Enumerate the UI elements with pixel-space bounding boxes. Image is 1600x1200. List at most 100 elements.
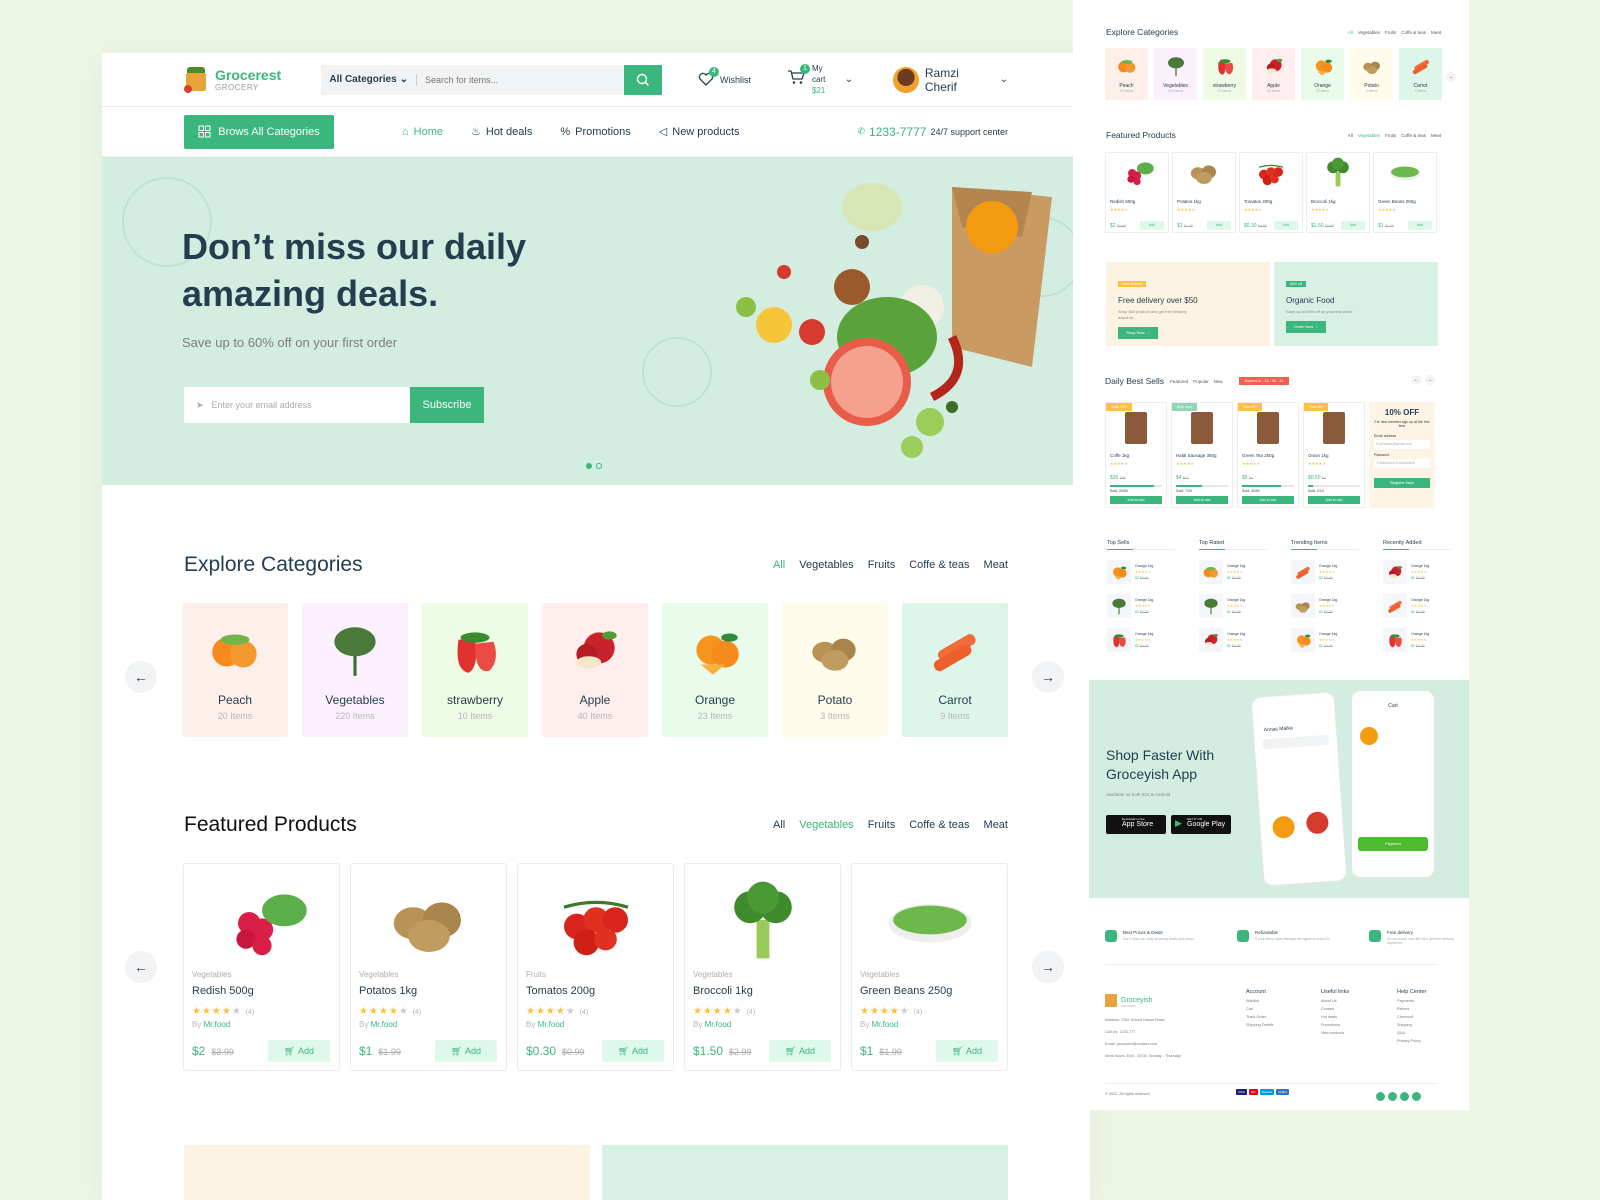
support-phone[interactable]: ✆ 1233-7777 24/7 support center bbox=[858, 125, 1009, 139]
nav-new-products[interactable]: ◁ New products bbox=[659, 125, 740, 139]
tab-meat[interactable]: Meat bbox=[984, 819, 1008, 831]
add-to-cart-button[interactable]: 🛒︎ Add bbox=[769, 1040, 831, 1062]
add-to-cart-button[interactable]: Add to cart bbox=[1242, 496, 1294, 504]
list-item[interactable]: Orange 1kg ★★★★★ $2 $3.99 bbox=[1199, 560, 1267, 584]
category-card[interactable]: Carrot 9 Items bbox=[902, 603, 1008, 737]
footer-link[interactable]: Checkout bbox=[1397, 1015, 1426, 1019]
side-product-card[interactable]: Tomatos 200g ★★★★★ $0.30 $0.99 Add bbox=[1239, 152, 1303, 233]
tab-fruits[interactable]: Fruits bbox=[868, 559, 896, 571]
tab-meat[interactable]: Meat bbox=[1431, 133, 1441, 138]
footer-link[interactable]: Payments bbox=[1397, 999, 1426, 1003]
add-to-cart-button[interactable]: 🛒︎ Add bbox=[602, 1040, 664, 1062]
tab-coffe-teas[interactable]: Coffe & teas bbox=[1401, 30, 1426, 35]
category-card[interactable]: Orange 23 Items bbox=[662, 603, 768, 737]
add-to-cart-button[interactable]: Add bbox=[1140, 221, 1164, 230]
side-category-card[interactable]: Potato 3 Items bbox=[1350, 48, 1393, 100]
add-to-cart-button[interactable]: 🛒︎ Add bbox=[268, 1040, 330, 1062]
cart-button[interactable]: 1 My cart $21 ⌄ bbox=[787, 63, 853, 96]
wishlist-button[interactable]: 4 Wishlist bbox=[698, 66, 751, 88]
category-card[interactable]: Vegetables 220 Items bbox=[302, 603, 408, 737]
tab-featured[interactable]: Featured bbox=[1170, 379, 1188, 384]
tab-all[interactable]: All bbox=[773, 559, 785, 571]
footer-link[interactable]: About Us bbox=[1321, 999, 1349, 1003]
vendor-link[interactable]: Mr.food bbox=[371, 1020, 398, 1029]
prev-arrow-button[interactable]: ← bbox=[125, 661, 157, 693]
search-input[interactable] bbox=[417, 74, 624, 85]
daily-product-card[interactable]: Save 10% Coffe 1kg ★★★★★ $20 $25 Sold: 20/50… bbox=[1105, 402, 1167, 508]
add-to-cart-button[interactable]: Add bbox=[1274, 221, 1298, 230]
linkedin-icon[interactable] bbox=[1388, 1092, 1397, 1101]
vendor-link[interactable]: Mr.food bbox=[538, 1020, 565, 1029]
side-product-card[interactable]: Redish 500g ★★★★★ $2 $3.99 Add bbox=[1105, 152, 1169, 233]
user-menu[interactable]: Ramzi Cherif ⌄ bbox=[893, 66, 1008, 94]
side-category-card[interactable]: Orange 23 Items bbox=[1301, 48, 1344, 100]
list-item[interactable]: Orange 1kg ★★★★★ $2 $3.99 bbox=[1383, 594, 1451, 618]
promo-button[interactable]: Order Now → bbox=[1286, 321, 1326, 333]
footer-link[interactable]: New products bbox=[1321, 1031, 1349, 1035]
side-next-arrow[interactable]: → bbox=[1446, 72, 1456, 82]
nav-hot-deals[interactable]: ♨ Hot deals bbox=[471, 125, 532, 139]
footer-link[interactable]: Track Order bbox=[1246, 1015, 1273, 1019]
promo-button[interactable]: Shop Now → bbox=[1118, 327, 1158, 339]
tab-all[interactable]: All bbox=[1348, 133, 1353, 138]
vendor-link[interactable]: Mr.food bbox=[872, 1020, 899, 1029]
daily-product-card[interactable]: Save 8% Green Tea 250g ★★★★★ $5 $7 Sold: 33/… bbox=[1237, 402, 1299, 508]
footer-link[interactable]: Contact bbox=[1321, 1007, 1349, 1011]
prev-arrow-button[interactable]: ← bbox=[125, 951, 157, 983]
tab-coffe-teas[interactable]: Coffe & teas bbox=[909, 819, 969, 831]
google-play-button[interactable]: ▶ GET IT ON Google Play bbox=[1171, 815, 1231, 834]
add-to-cart-button[interactable]: Add to cart bbox=[1176, 496, 1228, 504]
vendor-link[interactable]: Mr.food bbox=[204, 1020, 231, 1029]
side-category-card[interactable]: Apple 40 Items bbox=[1252, 48, 1295, 100]
tab-coffe-teas[interactable]: Coffe & teas bbox=[909, 559, 969, 571]
footer-link[interactable]: Privacy Policy bbox=[1397, 1039, 1426, 1043]
carousel-dot[interactable] bbox=[586, 463, 592, 469]
product-card[interactable]: Vegetables Broccoli 1kg ★★★★★ (4) By Mr.foo… bbox=[684, 863, 841, 1071]
side-product-card[interactable]: Broccoli 1kg ★★★★★ $1.50 $2.99 Add bbox=[1306, 152, 1370, 233]
tab-popular[interactable]: Popular bbox=[1193, 379, 1209, 384]
footer-link[interactable]: Shipping bbox=[1397, 1023, 1426, 1027]
side-category-card[interactable]: Carrot 9 Items bbox=[1399, 48, 1442, 100]
register-button[interactable]: Register Now bbox=[1374, 478, 1430, 488]
daily-product-card[interactable]: Save 8% Onion 1kg ★★★★★ $0.50 $1 Sold: 2/10 A… bbox=[1303, 402, 1365, 508]
daily-next-button[interactable]: → bbox=[1425, 375, 1435, 385]
tab-meat[interactable]: Meat bbox=[1431, 30, 1441, 35]
footer-link[interactable]: Cart bbox=[1246, 1007, 1273, 1011]
footer-link[interactable]: Q&A bbox=[1397, 1031, 1426, 1035]
list-item[interactable]: Orange 1kg ★★★★★ $2 $3.99 bbox=[1383, 560, 1451, 584]
list-item[interactable]: Orange 1kg ★★★★★ $2 $3.99 bbox=[1291, 560, 1359, 584]
footer-link[interactable]: Promotions bbox=[1321, 1023, 1349, 1027]
category-select[interactable]: All Categories ⌄ bbox=[321, 74, 416, 85]
list-item[interactable]: Orange 1kg ★★★★★ $2 $3.99 bbox=[1199, 594, 1267, 618]
list-item[interactable]: Orange 1kg ★★★★★ $2 $3.99 bbox=[1383, 628, 1451, 652]
add-to-cart-button[interactable]: 🛒︎ Add bbox=[435, 1040, 497, 1062]
footer-link[interactable]: Refund bbox=[1397, 1007, 1426, 1011]
side-category-card[interactable]: Peach 20 Items bbox=[1105, 48, 1148, 100]
next-arrow-button[interactable]: → bbox=[1032, 951, 1064, 983]
tab-new[interactable]: New bbox=[1214, 379, 1223, 384]
category-card[interactable]: Potato 3 Items bbox=[782, 603, 888, 737]
daily-product-card[interactable]: Best deal Halal Sausage 350g ★★★★★ $4 $10 So… bbox=[1171, 402, 1233, 508]
tab-vegetables[interactable]: Vegetables bbox=[1358, 133, 1380, 138]
tab-vegetables[interactable]: Vegetables bbox=[1358, 30, 1380, 35]
search-button[interactable] bbox=[623, 64, 662, 95]
list-item[interactable]: Orange 1kg ★★★★★ $2 $3.99 bbox=[1107, 560, 1175, 584]
add-to-cart-button[interactable]: Add bbox=[1408, 221, 1432, 230]
tab-vegetables[interactable]: Vegetables bbox=[799, 819, 853, 831]
daily-prev-button[interactable]: ← bbox=[1411, 375, 1421, 385]
product-card[interactable]: Fruits Tomatos 200g ★★★★★ (4) By Mr.food $0.… bbox=[517, 863, 674, 1071]
vendor-link[interactable]: Mr.food bbox=[705, 1020, 732, 1029]
tab-meat[interactable]: Meat bbox=[984, 559, 1008, 571]
side-category-card[interactable]: Vegetables 220 Items bbox=[1154, 48, 1197, 100]
side-product-card[interactable]: Potatos 1kg ★★★★★ $1 $1.99 Add bbox=[1172, 152, 1236, 233]
nav-home[interactable]: ⌂ Home bbox=[402, 125, 443, 138]
instagram-icon[interactable] bbox=[1400, 1092, 1409, 1101]
side-category-card[interactable]: strawberry 10 Items bbox=[1203, 48, 1246, 100]
footer-link[interactable]: Wishlist bbox=[1246, 999, 1273, 1003]
browse-categories-button[interactable]: Brows All Categories bbox=[184, 114, 334, 149]
tab-vegetables[interactable]: Vegetables bbox=[799, 559, 853, 571]
nav-promotions[interactable]: % Promotions bbox=[560, 125, 630, 138]
tab-all[interactable]: All bbox=[773, 819, 785, 831]
add-to-cart-button[interactable]: Add to cart bbox=[1110, 496, 1162, 504]
subscribe-button[interactable]: Subscribe bbox=[410, 387, 484, 423]
